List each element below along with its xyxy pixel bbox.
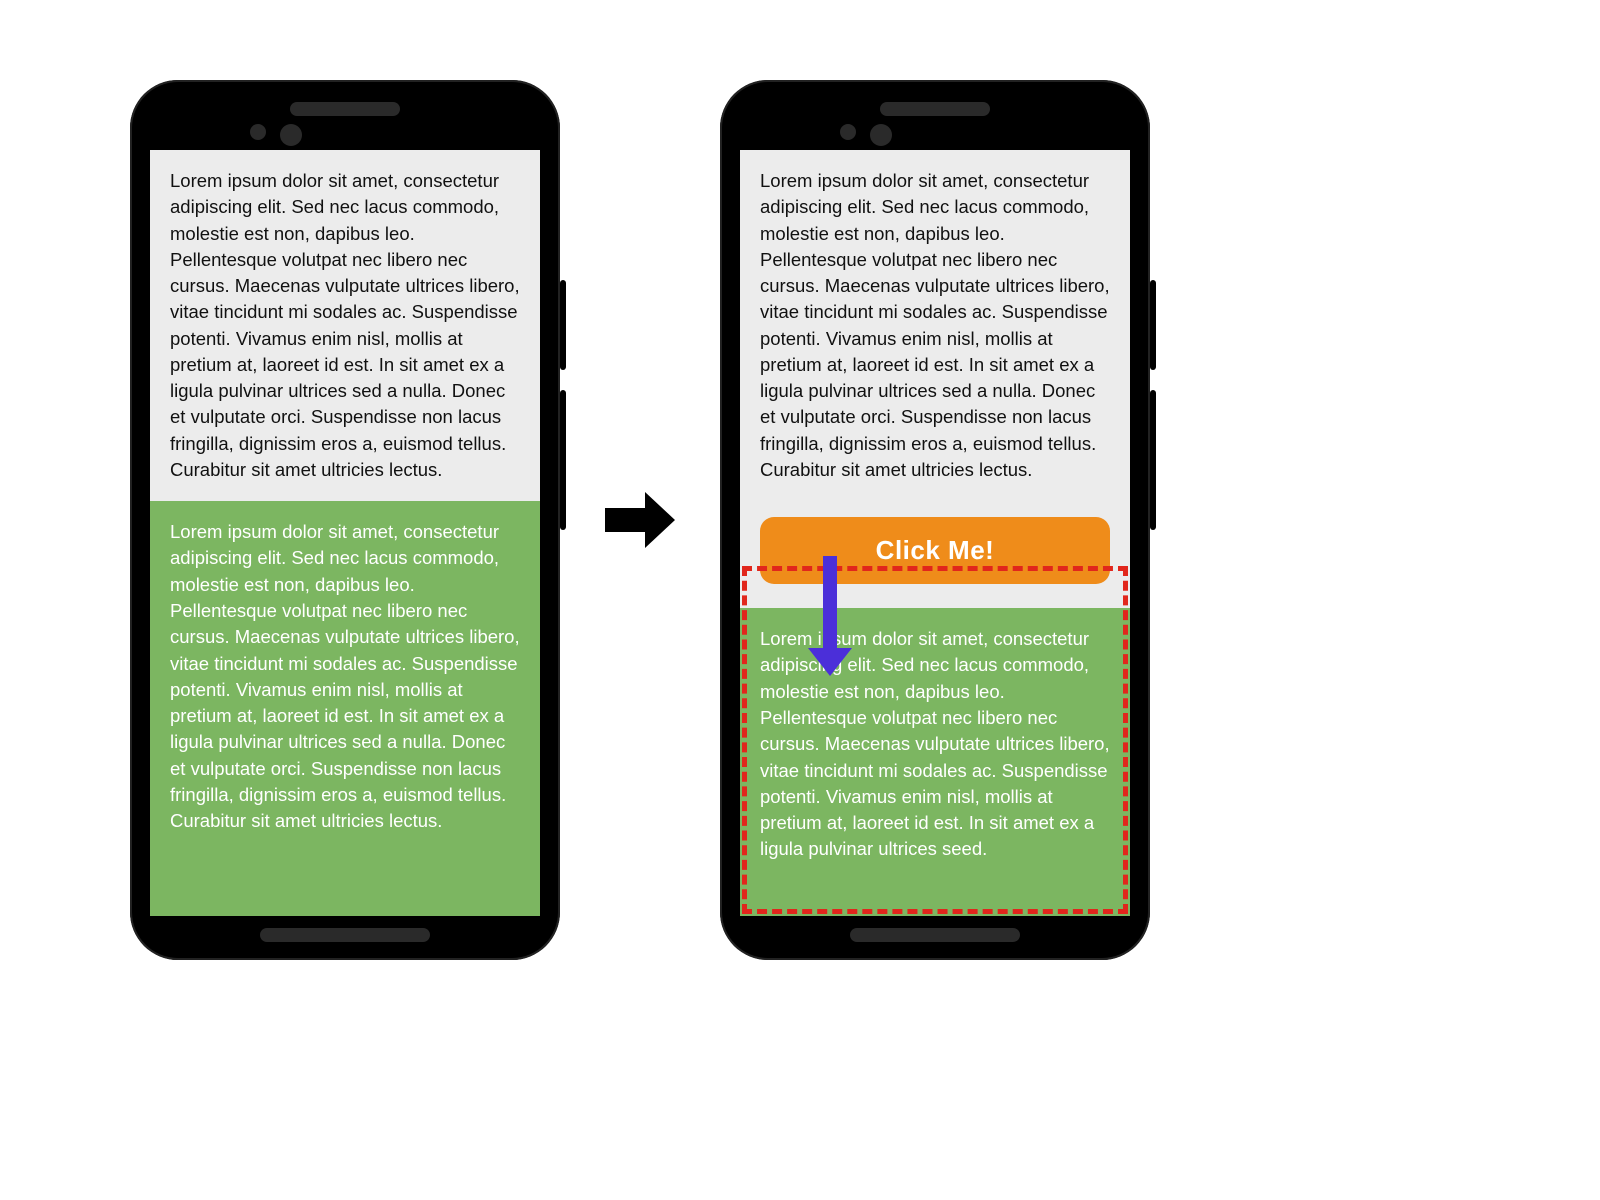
phone-after: Lorem ipsum dolor sit amet, consectetur … (720, 80, 1150, 960)
click-me-button[interactable]: Click Me! (760, 517, 1110, 584)
phone-before-screen: Lorem ipsum dolor sit amet, consectetur … (150, 150, 540, 916)
before-paragraph-2: Lorem ipsum dolor sit amet, consectetur … (150, 501, 540, 916)
before-paragraph-1: Lorem ipsum dolor sit amet, consectetur … (150, 150, 540, 501)
camera-dot-icon (840, 124, 856, 140)
camera-dot-icon (250, 124, 266, 140)
bottom-speaker (850, 928, 1020, 942)
speaker-grille (880, 102, 990, 116)
bottom-speaker (260, 928, 430, 942)
transition-arrow-icon (600, 480, 680, 560)
speaker-grille (290, 102, 400, 116)
phone-after-screen: Lorem ipsum dolor sit amet, consectetur … (740, 150, 1130, 916)
button-container: Click Me! (740, 501, 1130, 608)
phone-before: Lorem ipsum dolor sit amet, consectetur … (130, 80, 560, 960)
camera-lens-icon (280, 124, 302, 146)
diagram-stage: Lorem ipsum dolor sit amet, consectetur … (0, 40, 1280, 1000)
camera-lens-icon (870, 124, 892, 146)
after-paragraph-2: Lorem ipsum dolor sit amet, consectetur … (740, 608, 1130, 916)
after-paragraph-1: Lorem ipsum dolor sit amet, consectetur … (740, 150, 1130, 501)
